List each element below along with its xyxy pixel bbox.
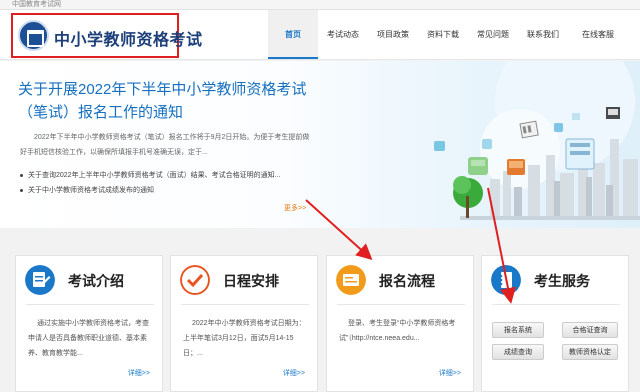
top-bar: 中国教育考试网 — [0, 0, 640, 10]
details-link[interactable]: 详细>> — [128, 368, 150, 378]
card-title[interactable]: 考生服务 — [534, 271, 590, 291]
cards-section: 考试介绍 通过实施中小学教师资格考试，考查申请人是否具备教师职业道德、基本素养、… — [0, 228, 640, 392]
card-registration-process: 报名流程 登录、考生登录“中小学教师资格考试”（http://ntce.neea… — [326, 255, 474, 392]
banner-description: 2022年下半年中小学教师资格考试（笔试）报名工作将于9月2日开始。为便于考生提… — [20, 134, 310, 156]
logo[interactable]: 中小学教师资格考试 — [11, 13, 202, 58]
score-query-button[interactable]: 成绩查询 — [492, 344, 544, 360]
nav-policy[interactable]: 项目政策 — [368, 10, 418, 59]
details-link[interactable]: 详细>> — [283, 368, 305, 378]
card-title[interactable]: 报名流程 — [379, 271, 435, 291]
divider — [26, 304, 154, 305]
news-item[interactable]: 关于中小学教师资格考试成绩发布的通知 — [20, 183, 305, 198]
checkmark-icon — [180, 265, 210, 295]
form-icon — [336, 265, 366, 295]
card-text: 登录、考生登录“中小学教师资格考试”（http://ntce.neea.edu.… — [339, 320, 456, 342]
city-illustration — [434, 61, 640, 220]
divider — [181, 304, 309, 305]
card-title[interactable]: 考试介绍 — [68, 271, 124, 291]
divider — [337, 304, 465, 305]
certificate-query-button[interactable]: 合格证查询 — [562, 322, 618, 338]
registration-system-button[interactable]: 报名系统 — [492, 322, 544, 338]
document-icon — [25, 265, 55, 295]
card-title[interactable]: 日程安排 — [223, 271, 279, 291]
more-link[interactable]: 更多>> — [284, 203, 306, 213]
main-nav: 首页 考试动态 项目政策 资料下载 常见问题 联系我们 在线客服 — [268, 10, 628, 59]
nav-faq[interactable]: 常见问题 — [468, 10, 518, 59]
header: 中小学教师资格考试 首页 考试动态 项目政策 资料下载 常见问题 联系我们 在线… — [0, 10, 640, 60]
divider — [492, 304, 620, 305]
logo-title: 中小学教师资格考试 — [54, 32, 203, 49]
nav-online-service[interactable]: 在线客服 — [568, 10, 628, 59]
card-exam-intro: 考试介绍 通过实施中小学教师资格考试，考查申请人是否具备教师职业道德、基本素养、… — [15, 255, 163, 392]
site-network-link[interactable]: 中国教育考试网 — [12, 0, 61, 10]
card-text: 通过实施中小学教师资格考试，考查申请人是否具备教师职业道德、基本素养、教育教学能… — [28, 320, 149, 357]
news-item[interactable]: 关于查询2022年上半年中小学教师资格考试（面试）结果、考试合格证明的通知... — [20, 168, 305, 183]
nav-exam-news[interactable]: 考试动态 — [318, 10, 368, 59]
bullet-icon — [20, 188, 23, 192]
banner-title[interactable]: 关于开展2022年下半年中小学教师资格考试（笔试）报名工作的通知 — [18, 78, 308, 124]
details-link[interactable]: 详细>> — [439, 368, 461, 378]
nav-home[interactable]: 首页 — [268, 10, 318, 59]
nav-contact[interactable]: 联系我们 — [518, 10, 568, 59]
notebook-icon — [491, 265, 521, 295]
banner: 关于开展2022年下半年中小学教师资格考试（笔试）报名工作的通知 2022年下半… — [0, 61, 640, 228]
emblem-icon — [18, 20, 49, 51]
news-list: 关于查询2022年上半年中小学教师资格考试（面试）结果、考试合格证明的通知...… — [20, 168, 305, 198]
card-schedule: 日程安排 2022年中小学教师资格考试日期为：上半年笔试3月12日，面试5月14… — [170, 255, 318, 392]
qualification-certification-button[interactable]: 教师资格认定 — [562, 344, 618, 360]
card-candidate-services: 考生服务 报名系统 合格证查询 成绩查询 教师资格认定 — [481, 255, 629, 392]
nav-downloads[interactable]: 资料下载 — [418, 10, 468, 59]
bullet-icon — [20, 173, 23, 177]
card-text: 2022年中小学教师资格考试日期为：上半年笔试3月12日，面试5月14-15日；… — [183, 320, 306, 357]
